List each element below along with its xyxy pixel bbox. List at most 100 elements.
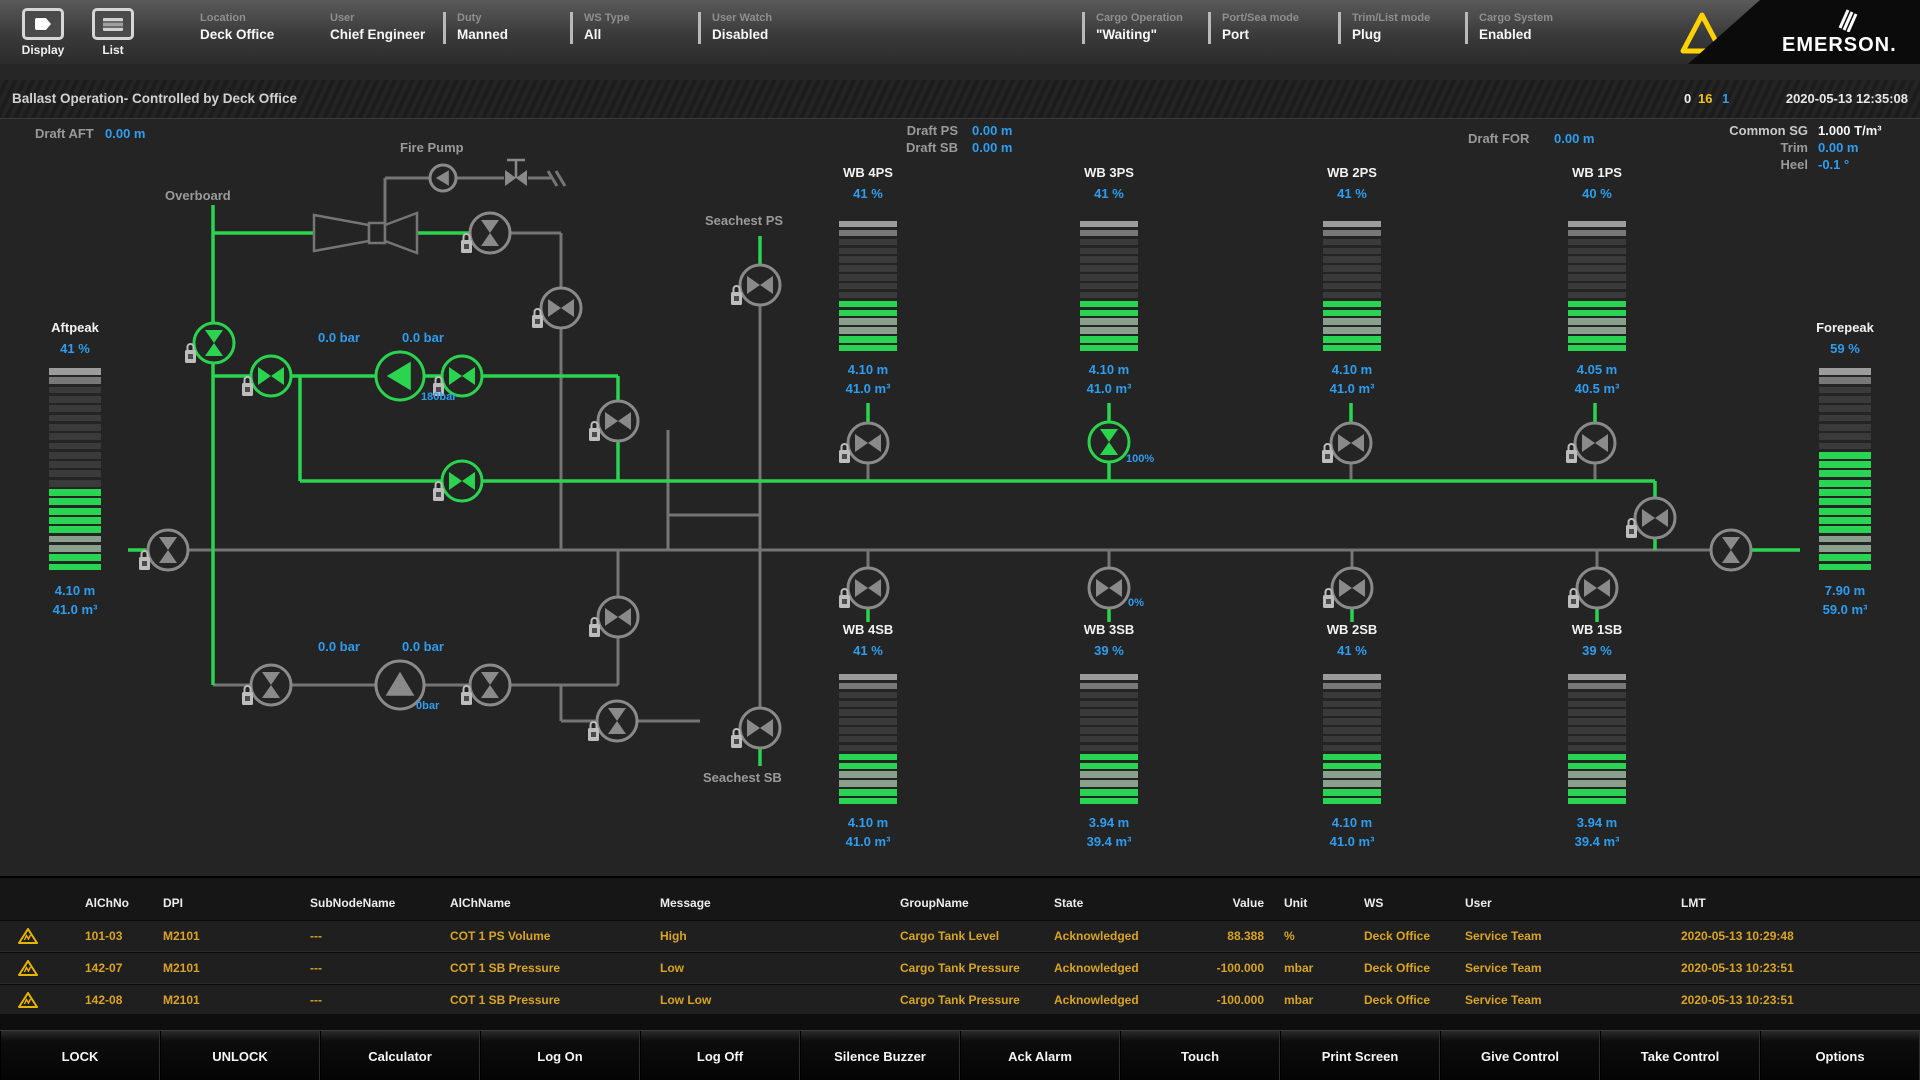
alarm-cell: 88.388 [1227,929,1264,943]
eductor-branch-valve[interactable] [539,286,583,330]
tank-name: WB 2PS [1327,165,1377,180]
wb4ps-valve[interactable] [846,421,890,465]
toolbar-button-log-off[interactable]: Log Off [640,1031,800,1080]
alarm-cell: Acknowledged [1054,961,1139,975]
wb3ps-valve[interactable] [1087,420,1131,464]
tank-wb4ps[interactable]: WB 4PS 41 % 4.10 m 41.0 m³ [820,165,916,396]
discharge-crossover-valve[interactable] [596,399,640,443]
alarm-row[interactable]: 142-07 M2101 --- COT 1 SB Pressure Low Cargo … [0,952,1920,984]
seachest-sb-valve[interactable] [738,706,782,750]
pump-sb-suction-valve[interactable] [249,663,293,707]
toolbar-button-print-screen[interactable]: Print Screen [1280,1031,1440,1080]
list-button[interactable]: List [84,8,142,57]
header-field-cargo-system: Cargo System Enabled [1479,12,1553,42]
fire-pump[interactable] [428,163,458,193]
tank-volume: 39.4 m³ [1086,834,1132,849]
tank-level-gauge [1080,674,1138,807]
forepeak-branch-valve[interactable] [1633,496,1677,540]
header-separator [1082,12,1085,44]
wb2sb-valve[interactable] [1330,566,1374,610]
alarm-cell: Service Team [1465,929,1542,943]
tank-aftpeak[interactable]: Aftpeak 41 % 4.10 m 41.0 m³ [27,320,123,617]
header-separator [1208,12,1211,44]
tank-name: WB 3PS [1084,165,1134,180]
alarm-row[interactable]: 101-03 M2101 --- COT 1 PS Volume High Cargo T… [0,920,1920,952]
toolbar-button-calculator[interactable]: Calculator [320,1031,480,1080]
tank-level-gauge [839,674,897,807]
tank-volume: 41.0 m³ [845,834,891,849]
alarm-count-info: 1 [1722,91,1730,106]
sb-bypass-valve[interactable] [595,699,639,743]
tank-wb4sb[interactable]: WB 4SB 41 % 4.10 m 41.0 m³ [820,622,916,849]
alarm-cell: --- [310,993,322,1007]
tank-wb3sb[interactable]: WB 3SB 39 % 3.94 m 39.4 m³ [1061,622,1157,849]
ballast-pump-sb-pressure: 0bar [416,700,440,712]
toolbar-button-give-control[interactable]: Give Control [1440,1031,1600,1080]
eductor-throat [367,221,387,245]
alarm-cell: 2020-05-13 10:23:51 [1681,993,1794,1007]
toolbar-button-silence-buzzer[interactable]: Silence Buzzer [800,1031,960,1080]
wb4sb-valve[interactable] [846,566,890,610]
ps-main-valve[interactable] [440,459,484,503]
alarm-cell: mbar [1284,961,1314,975]
toolbar-button-touch[interactable]: Touch [1120,1031,1280,1080]
tank-level: 4.05 m [1576,362,1618,377]
alarm-column-unit: Unit [1284,896,1308,910]
tank-wb1sb[interactable]: WB 1SB 39 % 3.94 m 39.4 m³ [1549,622,1645,849]
toolbar-button-take-control[interactable]: Take Control [1600,1031,1760,1080]
toolbar-button-lock[interactable]: LOCK [0,1031,160,1080]
tank-level: 3.94 m [1576,815,1618,830]
ps-pressure-2: 0.0 bar [402,330,444,345]
tank-level-gauge [1568,674,1626,807]
toolbar-button-ack-alarm[interactable]: Ack Alarm [960,1031,1120,1080]
tank-level: 4.10 m [54,583,96,598]
tank-forepeak[interactable]: Forepeak 59 % 7.90 m 59.0 m³ [1797,320,1893,617]
alarm-cell: 2020-05-13 10:29:48 [1681,929,1794,943]
alarm-row[interactable]: 142-08 M2101 --- COT 1 SB Pressure Low Low Ca… [0,984,1920,1016]
tank-wb1ps[interactable]: WB 1PS 40 % 4.05 m 40.5 m³ [1549,165,1645,396]
tank-level: 4.10 m [847,362,889,377]
wb1ps-valve[interactable] [1573,421,1617,465]
header-field-duty: Duty Manned [457,12,508,42]
interlock-padlock-icon [589,617,600,637]
fire-pump-isolation-valve[interactable] [505,158,527,186]
sb-pressure-2: 0.0 bar [402,639,444,654]
ballast-pump-ps[interactable] [374,350,426,402]
pump-ps-suction-valve[interactable] [249,354,293,398]
alarm-cell: Deck Office [1364,993,1431,1007]
tank-volume: 41.0 m³ [845,381,891,396]
eductor-outlet-valve[interactable] [468,211,512,255]
alarm-cell: Service Team [1465,961,1542,975]
wb2ps-valve[interactable] [1329,421,1373,465]
trim-label: Trim [1780,140,1808,155]
toolbar-button-options[interactable]: Options [1760,1031,1920,1080]
wb3sb-valve[interactable] [1087,566,1131,610]
common-sg-value: 1.000 T/m³ [1818,123,1882,138]
aftpeak-valve[interactable] [146,528,190,572]
tank-wb3ps[interactable]: WB 3PS 41 % 4.10 m 41.0 m³ [1061,165,1157,396]
alarm-column-alchno: AlChNo [85,896,129,910]
tank-wb2ps[interactable]: WB 2PS 41 % 4.10 m 41.0 m³ [1304,165,1400,396]
toolbar-button-log-on[interactable]: Log On [480,1031,640,1080]
pump-ps-discharge-valve[interactable] [440,354,484,398]
overboard-valve[interactable] [192,321,236,365]
display-button-label: Display [21,43,65,57]
forepeak-valve[interactable] [1709,528,1753,572]
wb1sb-valve[interactable] [1575,566,1619,610]
sb-crossover-valve[interactable] [596,595,640,639]
header-separator [1338,12,1341,44]
field-value: "Waiting" [1096,27,1158,42]
field-label: User Watch [712,12,773,24]
interlock-padlock-icon [589,421,600,441]
trim-value: 0.00 m [1818,140,1859,155]
fire-pump-label: Fire Pump [400,140,464,155]
pump-sb-discharge-valve[interactable] [468,663,512,707]
alarm-column-user: User [1465,896,1492,910]
tank-name: WB 3SB [1083,622,1135,637]
tank-level-gauge [1568,221,1626,354]
display-button[interactable]: Display [14,8,72,57]
tank-wb2sb[interactable]: WB 2SB 41 % 4.10 m 41.0 m³ [1304,622,1400,849]
draft-sb-label: Draft SB [905,140,958,155]
toolbar-button-unlock[interactable]: UNLOCK [160,1031,320,1080]
seachest-ps-valve[interactable] [738,263,782,307]
